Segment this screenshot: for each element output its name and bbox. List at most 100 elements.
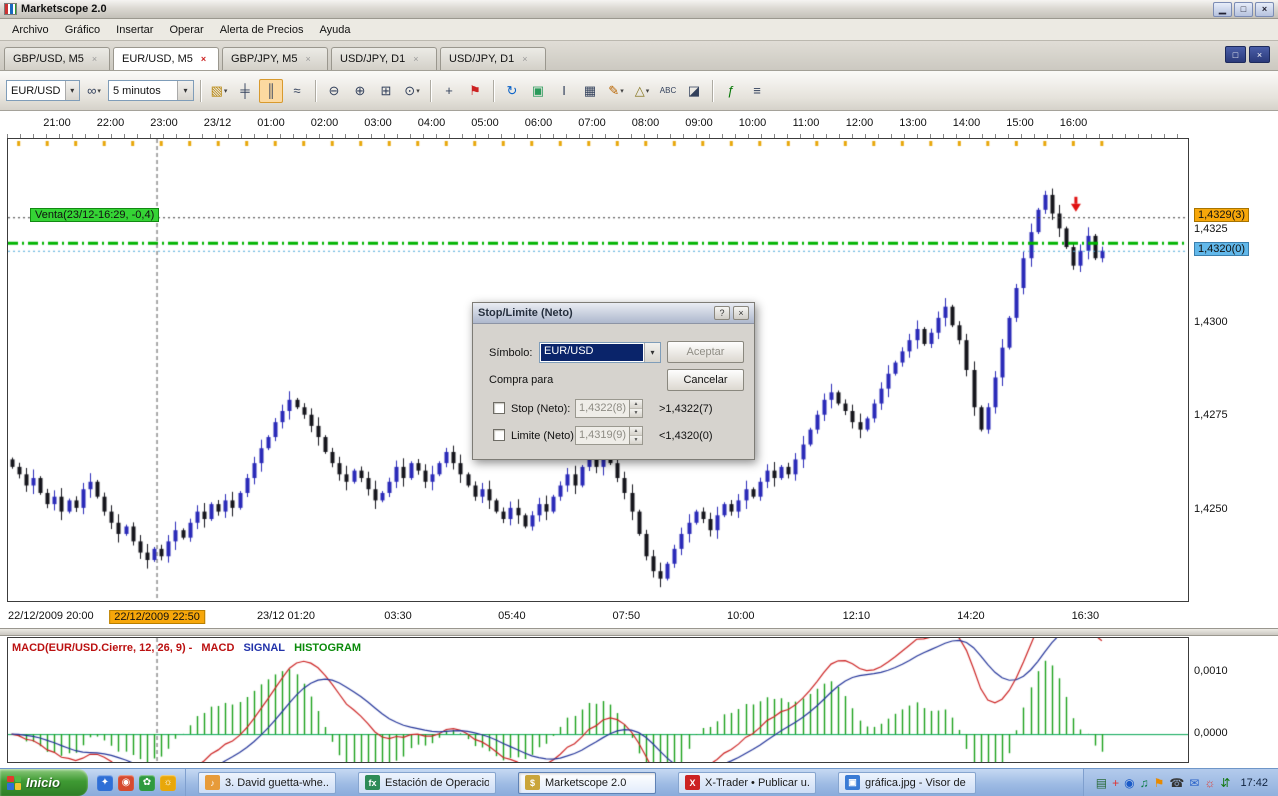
annotation-flag-button[interactable]: ⚑: [463, 79, 487, 103]
macd-plot[interactable]: [7, 637, 1189, 763]
quick-launch-icon-1[interactable]: ✦: [97, 775, 113, 791]
zoom-mode-button[interactable]: ⊙▾: [400, 79, 424, 103]
close-button[interactable]: ×: [1255, 2, 1274, 17]
limit-price-spinner[interactable]: ▲▼: [629, 427, 642, 444]
tray-icon-1[interactable]: ▤: [1096, 777, 1107, 789]
zoom-out-button[interactable]: ⊖: [322, 79, 346, 103]
stop-price-field[interactable]: 1,4322(8) ▲▼: [575, 399, 643, 418]
titlebar: Marketscope 2.0 ▁□×: [0, 0, 1278, 19]
tab-close-icon[interactable]: ×: [413, 55, 418, 64]
child-restore-button[interactable]: □: [1225, 46, 1246, 63]
marketscope-2-0-icon: $: [525, 775, 540, 790]
text-label-button[interactable]: ABC: [656, 79, 680, 103]
tray-icon-7[interactable]: ✉: [1189, 777, 1199, 789]
timeframe-combo-arrow-icon[interactable]: ▾: [177, 81, 193, 100]
symbol-combobox-arrow-icon[interactable]: ▾: [644, 343, 660, 362]
dialog-close-button[interactable]: ×: [733, 306, 749, 320]
candlestick-button[interactable]: ║: [259, 79, 283, 103]
crosshair-button[interactable]: +: [437, 79, 461, 103]
refresh-button[interactable]: ↻: [500, 79, 524, 103]
menu-item-ayuda[interactable]: Ayuda: [311, 21, 358, 39]
symbol-combobox[interactable]: EUR/USD ▾: [539, 342, 661, 363]
eraser-button[interactable]: ◪: [682, 79, 706, 103]
limit-checkbox[interactable]: [493, 429, 505, 441]
spin-up-icon[interactable]: ▲: [630, 400, 642, 409]
zoom-in-button[interactable]: ⊕: [348, 79, 372, 103]
spin-down-icon[interactable]: ▼: [630, 409, 642, 417]
task-button-3-david-guetta-whe[interactable]: ♪3. David guetta-whe...: [198, 772, 336, 794]
macd-label-macd: MACD: [201, 642, 234, 654]
snapshot-button[interactable]: ▣: [526, 79, 550, 103]
zoom-box-button[interactable]: ⊞: [374, 79, 398, 103]
tray-icon-5[interactable]: ⚑: [1154, 777, 1165, 789]
dialog-help-button[interactable]: ?: [714, 306, 730, 320]
bar-chart-button[interactable]: ╪: [233, 79, 257, 103]
quick-launch-icon-4[interactable]: ☼: [160, 775, 176, 791]
tray-icon-9[interactable]: ⇵: [1220, 777, 1230, 789]
accept-button[interactable]: Aceptar: [667, 341, 744, 363]
menu-item-gr-fico[interactable]: Gráfico: [57, 21, 108, 39]
cancel-button[interactable]: Cancelar: [667, 369, 744, 391]
panel-splitter[interactable]: [0, 628, 1278, 636]
tab-eur-usd-m5[interactable]: EUR/USD, M5×: [113, 47, 219, 70]
time-label-07-00: 07:00: [578, 117, 606, 129]
symbol-combobox-value: EUR/USD: [541, 344, 643, 361]
tab-gbp-usd-m5[interactable]: GBP/USD, M5×: [4, 47, 110, 70]
tray-icon-6[interactable]: ☎: [1169, 777, 1184, 789]
menu-item-alerta-de-precios[interactable]: Alerta de Precios: [212, 21, 312, 39]
spin-up-icon[interactable]: ▲: [630, 427, 642, 436]
eraser-icon: ◪: [688, 84, 700, 97]
indicators-button[interactable]: ƒ: [719, 79, 743, 103]
chart-templates-button[interactable]: ▧▾: [207, 79, 231, 103]
dialog-titlebar[interactable]: Stop/Limite (Neto) ? ×: [473, 303, 754, 324]
objects-list-button[interactable]: ≡: [745, 79, 769, 103]
grid-button[interactable]: ▦: [578, 79, 602, 103]
menu-item-insertar[interactable]: Insertar: [108, 21, 161, 39]
macd-canvas[interactable]: [8, 638, 1188, 762]
spin-down-icon[interactable]: ▼: [630, 436, 642, 444]
menu-item-archivo[interactable]: Archivo: [4, 21, 57, 39]
minimize-button[interactable]: ▁: [1213, 2, 1232, 17]
menu-item-operar[interactable]: Operar: [161, 21, 211, 39]
tab-gbp-jpy-m5[interactable]: GBP/JPY, M5×: [222, 47, 328, 70]
tab-close-icon[interactable]: ×: [201, 55, 206, 64]
quick-launch-icon-2[interactable]: ◉: [118, 775, 134, 791]
task-button-x-trader-publicar-u[interactable]: XX-Trader • Publicar u...: [678, 772, 816, 794]
draw-line-button[interactable]: ✎▾: [604, 79, 628, 103]
child-close-button[interactable]: ×: [1249, 46, 1270, 63]
dropdown-caret-icon: ▾: [97, 87, 101, 95]
stop-price-spinner[interactable]: ▲▼: [629, 400, 642, 417]
link-rates-button[interactable]: ∞▾: [82, 79, 106, 103]
line-chart-button[interactable]: ≈: [285, 79, 309, 103]
tray-icon-4[interactable]: ♫: [1140, 777, 1149, 789]
tab-close-icon[interactable]: ×: [522, 55, 527, 64]
text-cursor-button[interactable]: I: [552, 79, 576, 103]
dropdown-caret-icon: ▾: [224, 87, 228, 95]
shapes-icon: △: [635, 84, 645, 97]
tray-icon-8[interactable]: ☼: [1204, 777, 1215, 789]
start-button[interactable]: Inicio: [0, 769, 88, 796]
buy-for-label: Compra para: [489, 374, 553, 386]
time-label-22-00: 22:00: [97, 117, 125, 129]
maximize-button[interactable]: □: [1234, 2, 1253, 17]
window-controls: ▁□×: [1213, 2, 1274, 17]
quick-launch-icon-3[interactable]: ✿: [139, 775, 155, 791]
candlestick-icon: ║: [266, 84, 275, 97]
task-button-marketscope-2-0[interactable]: $Marketscope 2.0: [518, 772, 656, 794]
task-button-gr-fica-jpg-visor-de[interactable]: ▣gráfica.jpg - Visor de ...: [838, 772, 976, 794]
tab-close-icon[interactable]: ×: [305, 55, 310, 64]
limit-price-field[interactable]: 1,4319(9) ▲▼: [575, 426, 643, 445]
symbol-combo-arrow-icon[interactable]: ▾: [65, 81, 79, 100]
task-button-estaci-n-de-operacio[interactable]: fxEstación de Operacio...: [358, 772, 496, 794]
tray-icon-3[interactable]: ◉: [1124, 777, 1134, 789]
symbol-combo[interactable]: EUR/USD▾: [6, 80, 80, 101]
tray-icon-2[interactable]: +: [1112, 777, 1119, 789]
tab-close-icon[interactable]: ×: [92, 55, 97, 64]
stop-checkbox[interactable]: [493, 402, 505, 414]
tab-usd-jpy-d1[interactable]: USD/JPY, D1×: [440, 47, 546, 70]
tab-usd-jpy-d1[interactable]: USD/JPY, D1×: [331, 47, 437, 70]
timeframe-combo[interactable]: 5 minutos▾: [108, 80, 194, 101]
time-label-21-00: 21:00: [43, 117, 71, 129]
venta-sell-label[interactable]: Venta(23/12-16:29, -0,4): [30, 208, 159, 222]
shapes-button[interactable]: △▾: [630, 79, 654, 103]
